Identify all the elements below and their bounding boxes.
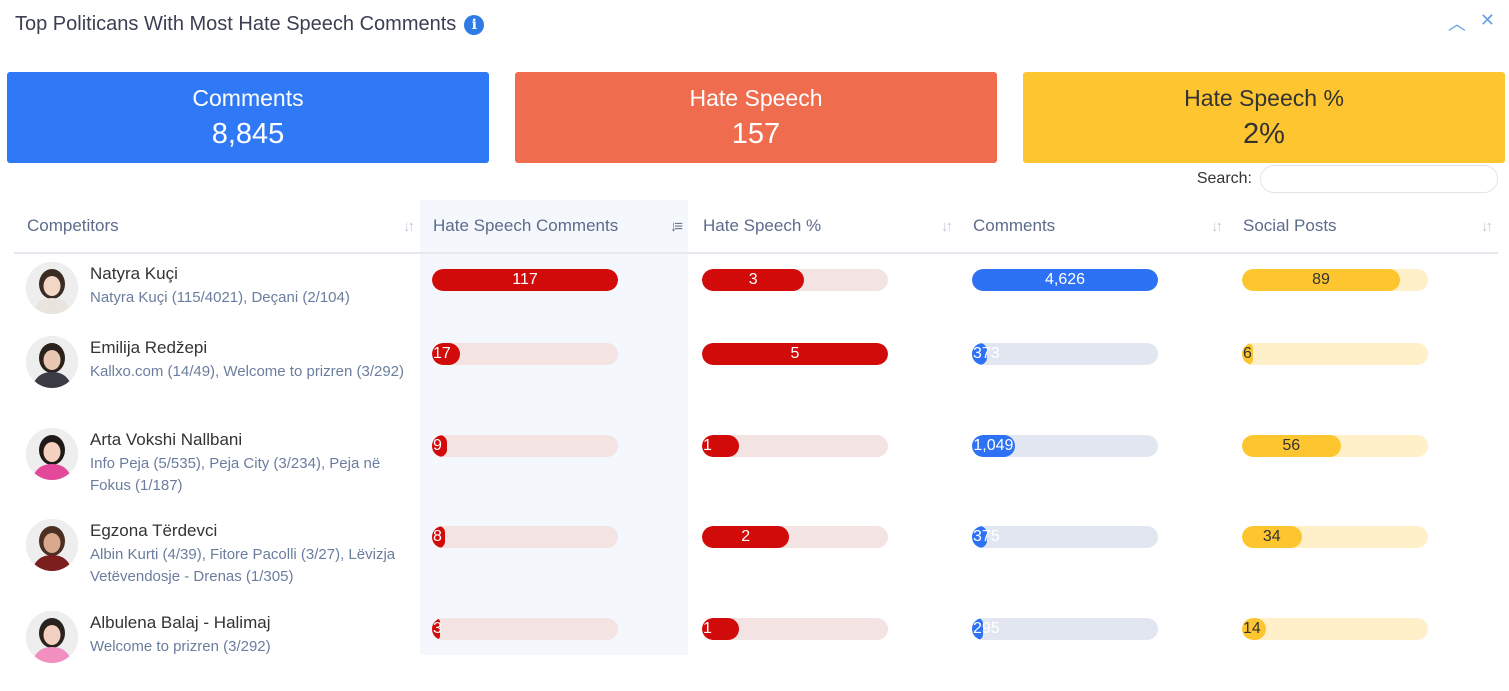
avatar-image: [26, 336, 78, 388]
bar-value-label: 6: [1243, 345, 1252, 362]
table-header: Competitors ↓↑ Hate Speech Comments ↓≡ H…: [14, 200, 1498, 254]
avatar: [26, 428, 78, 480]
summary-value: 157: [731, 117, 781, 150]
bar-value-label: 295: [973, 620, 1000, 637]
competitor-sources: Info Peja (5/535), Peja City (3/234), Pe…: [90, 455, 381, 494]
summary-card-comments: Comments 8,845: [7, 72, 489, 163]
column-header-hate-speech-comments[interactable]: Hate Speech Comments ↓≡: [420, 200, 688, 252]
avatar-image: [26, 262, 78, 314]
hate-comments-bar: 9: [432, 435, 618, 457]
posts-bar: 89: [1242, 269, 1428, 291]
hate-pct-bar: 2: [702, 526, 888, 548]
hate-pct-bar: 1: [702, 618, 888, 640]
column-header-social-posts[interactable]: Social Posts ↓↑: [1230, 200, 1498, 252]
hate-pct-bar: 5: [702, 343, 888, 365]
summary-value: 8,845: [211, 117, 285, 150]
info-icon[interactable]: i: [464, 14, 485, 35]
table-row[interactable]: Natyra Kuçi Natyra Kuçi (115/4021), Deçan…: [14, 262, 1498, 342]
hate-comments-bar: 17: [432, 343, 618, 365]
posts-bar: 14: [1242, 618, 1428, 640]
bar-value-label: 14: [1243, 620, 1261, 637]
comments-bar: 373: [972, 343, 1158, 365]
summary-value: 2%: [1243, 117, 1285, 150]
comments-bar: 375: [972, 526, 1158, 548]
table-row[interactable]: Arta Vokshi Nallbani Info Peja (5/535), P…: [14, 428, 1498, 508]
competitor-sources: Kallxo.com (14/49), Welcome to prizren (…: [90, 363, 405, 380]
bar-value-label: 375: [973, 528, 1000, 545]
table-row[interactable]: Egzona Tërdevci Albin Kurti (4/39), Fitor…: [14, 519, 1498, 599]
hate-pct-bar: 3: [702, 269, 888, 291]
comments-bar: 4,626: [972, 269, 1158, 291]
column-header-comments[interactable]: Comments ↓↑: [960, 200, 1228, 252]
bar-value-label: 2: [741, 528, 751, 545]
comments-bar: 295: [972, 618, 1158, 640]
title-text: Top Politicans With Most Hate Speech Com…: [15, 13, 457, 35]
window-controls: ︿ ✕: [1448, 10, 1495, 36]
sort-icon[interactable]: ↓↑: [941, 218, 953, 235]
posts-bar: 6: [1242, 343, 1428, 365]
column-header-competitors[interactable]: Competitors ↓↑: [14, 200, 420, 252]
avatar-image: [26, 428, 78, 480]
bar-value-label: 5: [790, 345, 800, 362]
table-row[interactable]: Albulena Balaj - Halimaj Welcome to prizr…: [14, 611, 1498, 691]
bar-value-label: 9: [433, 437, 442, 454]
posts-bar: 56: [1242, 435, 1428, 457]
comments-bar: 1,049: [972, 435, 1158, 457]
bar-value-label: 89: [1312, 271, 1330, 288]
competitor-sources: Natyra Kuçi (115/4021), Deçani (2/104): [90, 289, 350, 306]
page-title: Top Politicans With Most Hate Speech Com…: [15, 13, 485, 36]
sort-desc-icon[interactable]: ↓≡: [670, 218, 683, 235]
bar-value-label: 17: [433, 345, 451, 362]
competitor-name[interactable]: Arta Vokshi Nallbani: [90, 430, 242, 450]
avatar-image: [26, 611, 78, 663]
search-box: Search:: [1197, 165, 1498, 193]
hate-pct-bar: 1: [702, 435, 888, 457]
avatar-image: [26, 519, 78, 571]
bar-value-label: 1,049: [973, 437, 1014, 454]
bar-value-label: 56: [1282, 437, 1301, 454]
competitor-name[interactable]: Emilija Redžepi: [90, 338, 207, 358]
avatar: [26, 336, 78, 388]
search-input[interactable]: [1260, 165, 1498, 193]
avatar: [26, 262, 78, 314]
sort-icon[interactable]: ↓↑: [403, 218, 415, 235]
close-icon[interactable]: ✕: [1480, 10, 1495, 36]
bar-value-label: 34: [1262, 528, 1281, 545]
sort-icon[interactable]: ↓↑: [1211, 218, 1223, 235]
posts-bar: 34: [1242, 526, 1428, 548]
summary-card-hate-speech: Hate Speech 157: [515, 72, 997, 163]
column-header-hate-speech-pct[interactable]: Hate Speech % ↓↑: [690, 200, 958, 252]
table-row[interactable]: Emilija Redžepi Kallxo.com (14/49), Welco…: [14, 336, 1498, 416]
search-label: Search:: [1196, 170, 1252, 187]
avatar: [26, 611, 78, 663]
bar-value-label: 3: [433, 620, 442, 637]
summary-label: Comments: [192, 84, 304, 111]
chevron-up-icon[interactable]: ︿: [1448, 10, 1466, 36]
competitor-sources: Albin Kurti (4/39), Fitore Pacolli (3/27…: [90, 546, 396, 585]
bar-value-label: 1: [703, 620, 712, 637]
hate-comments-bar: 8: [432, 526, 618, 548]
avatar: [26, 519, 78, 571]
summary-card-hate-speech-pct: Hate Speech % 2%: [1023, 72, 1505, 163]
bar-value-label: 8: [433, 528, 442, 545]
competitor-name[interactable]: Egzona Tërdevci: [90, 521, 217, 541]
bar-value-label: 117: [512, 271, 538, 288]
summary-label: Hate Speech: [689, 84, 823, 111]
hate-comments-bar: 3: [432, 618, 618, 640]
competitor-name[interactable]: Natyra Kuçi: [90, 264, 178, 284]
bar-value-label: 4,626: [1044, 271, 1086, 288]
bar-value-label: 373: [973, 345, 1000, 362]
bar-value-label: 1: [703, 437, 712, 454]
sort-icon[interactable]: ↓↑: [1481, 218, 1493, 235]
hate-comments-bar: 117: [432, 269, 618, 291]
summary-label: Hate Speech %: [1184, 84, 1344, 111]
bar-value-label: 3: [748, 271, 758, 288]
competitor-name[interactable]: Albulena Balaj - Halimaj: [90, 613, 270, 633]
